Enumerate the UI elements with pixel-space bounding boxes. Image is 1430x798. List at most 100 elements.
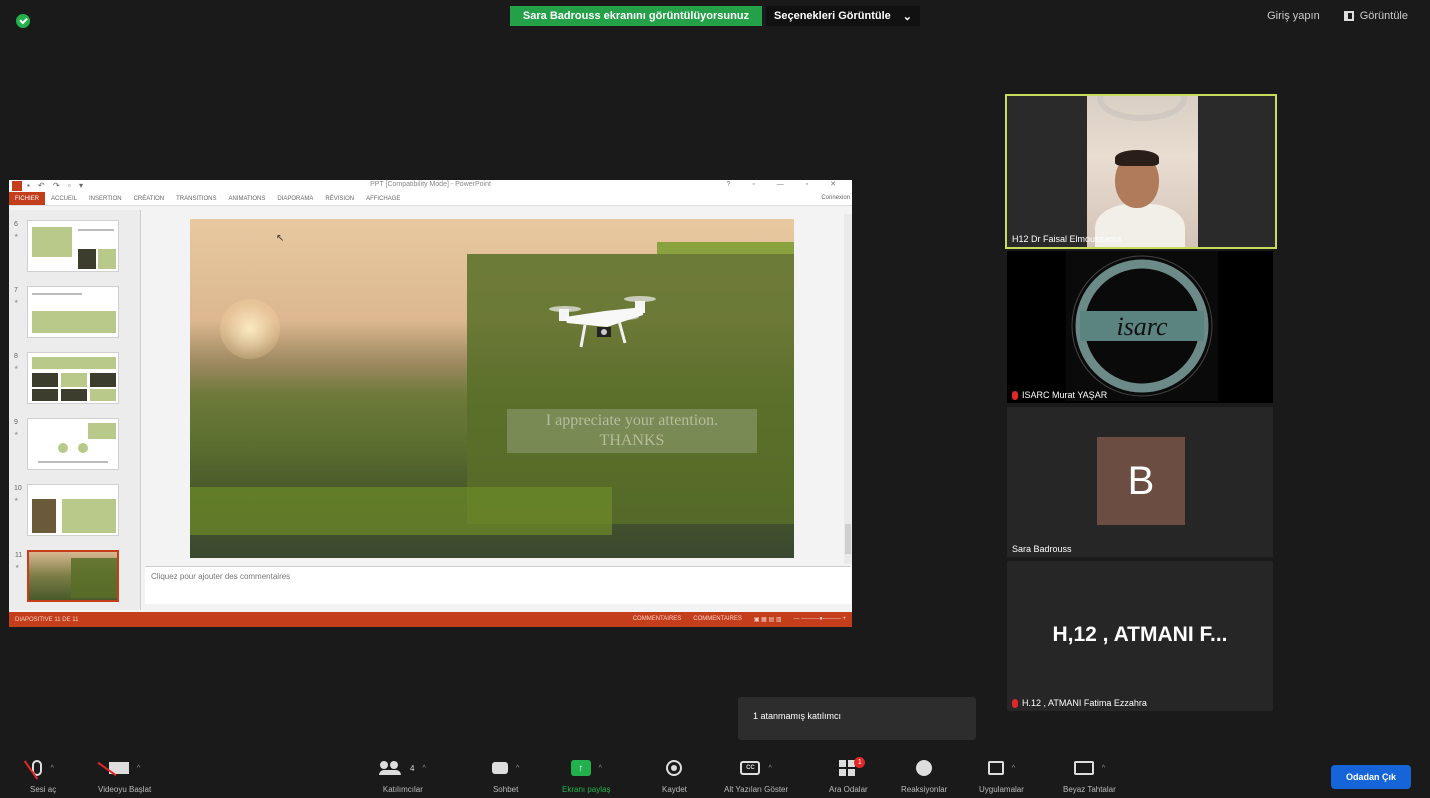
ribbon-tab: ANIMATIONS	[228, 195, 266, 202]
top-right-controls: Giriş yapın Görüntüle	[1267, 10, 1408, 22]
ribbon-tab: CRÉATION	[133, 195, 165, 202]
ribbon-tab: ACCUEIL	[51, 195, 78, 202]
sun-glow	[220, 299, 280, 359]
toolbar-label: Kaydet	[662, 785, 687, 794]
slide-number: 6	[14, 221, 18, 228]
toolbar-label: Katılımcılar	[382, 785, 423, 794]
toolbar-label: Beyaz Tahtalar	[1063, 785, 1116, 794]
notification-badge: 1	[854, 757, 866, 768]
breakout-rooms-icon: 1	[839, 757, 866, 776]
logo-text: isarc	[1116, 312, 1167, 341]
shared-screen: ▪ ↶ ↷ ▫ ▾ PPT [Compatibility Mode] - Pow…	[9, 180, 852, 627]
toolbar-label: Uygulamalar	[979, 785, 1024, 794]
unmute-button[interactable]: ^ Sesi aç	[30, 757, 56, 794]
view-icon	[1343, 11, 1354, 21]
chevron-up-icon[interactable]: ^	[516, 765, 519, 772]
captions-icon: CC	[740, 761, 761, 775]
record-button[interactable]: Kaydet	[662, 757, 687, 794]
chevron-down-icon: ⌄	[902, 10, 912, 23]
view-options-button[interactable]: Seçenekleri Görüntüle ⌄	[766, 6, 920, 26]
breakout-rooms-button[interactable]: 1 Ara Odalar	[829, 757, 868, 794]
chevron-up-icon[interactable]: ^	[1102, 765, 1105, 772]
chevron-up-icon[interactable]: ^	[50, 765, 53, 772]
slide-thumbnail: 9 ★	[14, 418, 119, 470]
slide-number: 11	[15, 552, 23, 559]
view-button[interactable]: Görüntüle	[1343, 10, 1408, 22]
apps-icon	[987, 761, 1004, 775]
slide-text-line: THANKS	[599, 432, 665, 449]
slide-thumbnail: 7 ★	[14, 286, 119, 338]
participant-tile[interactable]: B Sara Badrouss	[1007, 407, 1273, 557]
slide-text-box: I appreciate your attention. THANKS	[507, 409, 757, 453]
toolbar-label: Alt Yazıları Göster	[724, 785, 789, 794]
participants-icon	[379, 761, 402, 775]
toolbar-label: Videoyu Başlat	[98, 785, 152, 794]
participant-name-row: ISARC Murat YAŞAR	[1012, 390, 1107, 400]
share-screen-button[interactable]: ↑ ^ Ekranı paylaş	[562, 757, 610, 794]
star-icon: ★	[14, 431, 19, 437]
slide-thumbnail: 10 ★	[14, 484, 119, 536]
whiteboard-button[interactable]: ^ Beyaz Tahtalar	[1063, 757, 1116, 794]
encryption-shield-icon[interactable]	[16, 14, 30, 28]
ppt-title-bar: ▪ ↶ ↷ ▫ ▾ PPT [Compatibility Mode] - Pow…	[9, 180, 852, 192]
star-icon: ★	[14, 365, 19, 371]
mic-muted-icon	[1012, 698, 1018, 708]
participant-name: H.12 , ATMANI Fatima Ezzahra	[1022, 698, 1147, 708]
chevron-up-icon[interactable]: ^	[1012, 765, 1015, 772]
participants-button[interactable]: 4 ^ Katılımcılar	[379, 757, 426, 794]
participant-display-name: H,12 , ATMANI F...	[1052, 623, 1228, 646]
status-notes: COMMENTAIRES	[693, 616, 742, 622]
unassigned-participant-toast[interactable]: 1 atanmamış katılımcı	[738, 697, 976, 740]
share-screen-icon: ↑	[570, 760, 591, 776]
start-video-button[interactable]: ^ Videoyu Başlat	[98, 757, 151, 794]
slide-text-line: I appreciate your attention.	[545, 412, 719, 429]
chevron-up-icon[interactable]: ^	[768, 765, 771, 772]
star-icon: ★	[14, 497, 19, 503]
participant-video	[1087, 96, 1198, 247]
star-icon: ★	[14, 233, 19, 239]
chat-icon	[492, 762, 508, 774]
participant-tile[interactable]: isarc ISARC Murat YAŞAR	[1007, 251, 1273, 403]
participant-name: ISARC Murat YAŞAR	[1022, 390, 1108, 400]
mic-muted-icon	[1012, 390, 1018, 400]
chevron-up-icon[interactable]: ^	[422, 765, 425, 772]
slide-scrollbar	[844, 214, 852, 564]
chevron-up-icon[interactable]: ^	[137, 765, 140, 772]
chevron-up-icon[interactable]: ^	[599, 765, 602, 772]
view-buttons-icon: ▣ ▦ ▤ ▥	[753, 617, 782, 623]
avatar: B	[1097, 437, 1185, 525]
sign-in-button[interactable]: Giriş yapın	[1267, 10, 1320, 22]
slide-number: 10	[14, 485, 22, 492]
ribbon-tab: INSERTION	[89, 195, 122, 202]
toolbar-label: Sohbet	[492, 785, 519, 794]
apps-button[interactable]: ^ Uygulamalar	[979, 757, 1024, 794]
share-banner: Sara Badrouss ekranını görüntülüyorsunuz	[510, 6, 762, 26]
mouse-cursor-icon: ↖	[276, 233, 285, 244]
toolbar-label: Ara Odalar	[829, 785, 868, 794]
reactions-icon	[916, 760, 933, 776]
captions-button[interactable]: CC ^ Alt Yazıları Göster	[724, 757, 788, 794]
leave-room-button[interactable]: Odadan Çık	[1331, 765, 1411, 789]
notes-pane: Cliquez pour ajouter des commentaires	[145, 566, 851, 604]
reactions-button[interactable]: Reaksiyonlar	[901, 757, 947, 794]
ribbon-sign-in: Connexion	[821, 195, 850, 201]
chat-button[interactable]: ^ Sohbet	[492, 757, 519, 794]
participant-name: Sara Badrouss	[1012, 544, 1072, 554]
slide-thumbnail-pane: 6 ★ 7 ★ 8 ★ 9 ★ 10 ★ 11 ★	[9, 210, 141, 610]
window-controls-icon: ? ▫ — ▫ ✕	[726, 181, 846, 188]
slide-number: 9	[14, 419, 18, 426]
slide-thumbnail-selected: 11 ★	[15, 550, 119, 602]
slide-number: 8	[14, 353, 18, 360]
isarc-logo-graphic: isarc	[1071, 255, 1213, 397]
ppt-ribbon: FICHIER ACCUEIL INSERTION CRÉATION TRANS…	[9, 192, 852, 206]
slide-counter: DIAPOSITIVE 11 DE 11	[15, 616, 79, 623]
drone-icon	[549, 296, 656, 348]
slide-thumbnail: 8 ★	[14, 352, 119, 404]
ribbon-tab: DIAPORAMA	[277, 195, 314, 202]
slide-number: 7	[14, 287, 18, 294]
participant-tile[interactable]: H,12 , ATMANI F... H.12 , ATMANI Fatima …	[1007, 561, 1273, 711]
video-off-icon	[108, 762, 129, 774]
toolbar-label: Sesi aç	[30, 785, 57, 794]
toolbar-label: Ekranı paylaş	[562, 785, 611, 794]
participant-tile-active-speaker[interactable]: H12 Dr Faisal Elmoussaoui	[1005, 94, 1277, 249]
